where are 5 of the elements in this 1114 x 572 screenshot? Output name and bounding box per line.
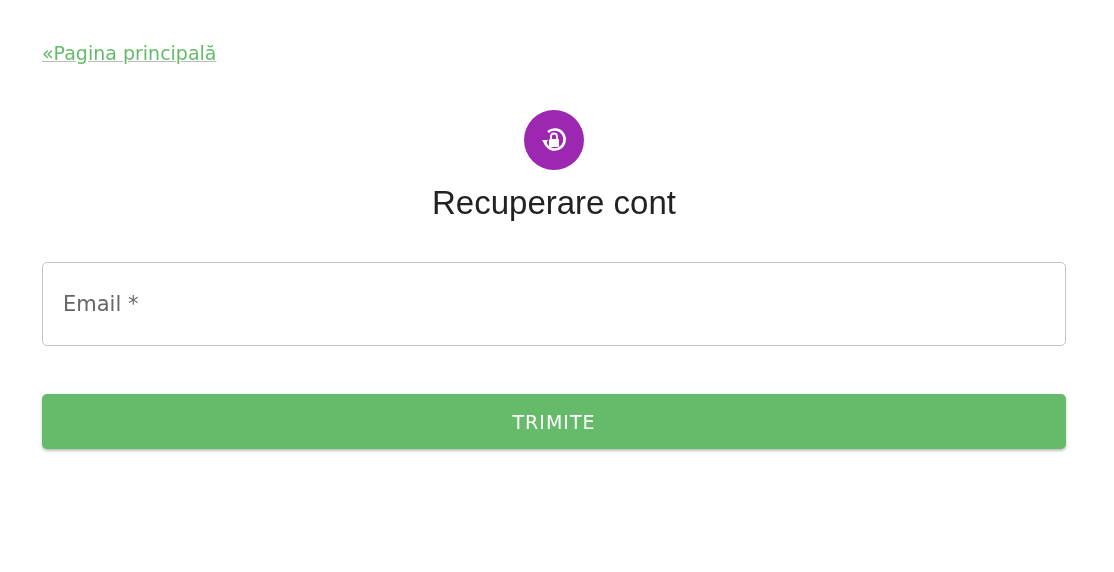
home-link[interactable]: «Pagina principală [42,42,217,64]
email-field[interactable]: Email * [42,262,1066,346]
lock-reset-icon [524,110,584,170]
submit-button[interactable]: TRIMITE [42,394,1066,449]
page-title: Recuperare cont [432,184,676,222]
